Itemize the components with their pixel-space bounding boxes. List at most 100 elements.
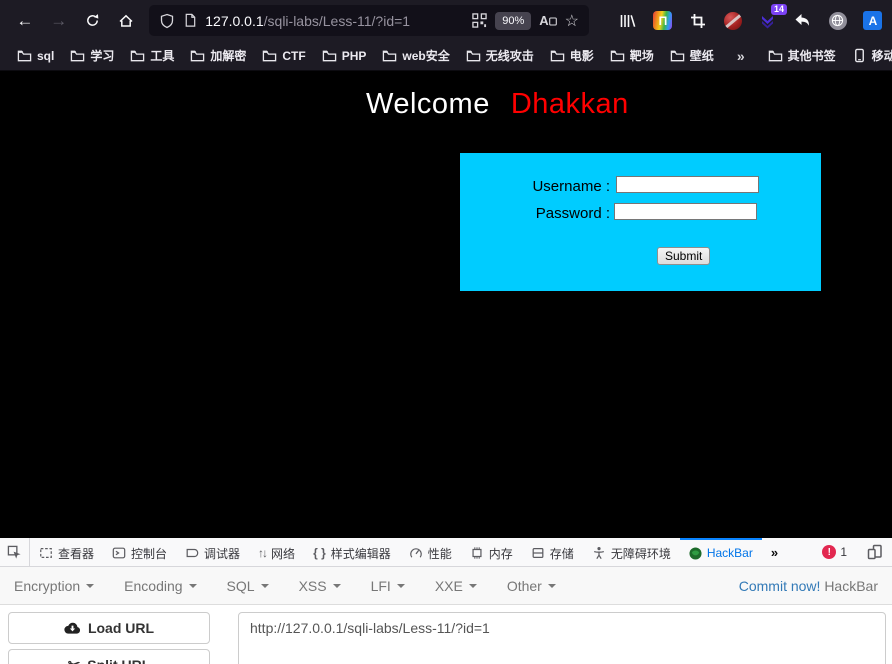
storage-icon	[532, 548, 544, 558]
bookmark-folder-wireless[interactable]: 无线攻击	[459, 43, 541, 68]
tab-accessibility[interactable]: 无障碍环境	[583, 538, 680, 566]
qr-code-icon	[472, 13, 487, 28]
home-button[interactable]	[109, 6, 143, 36]
menu-label: LFI	[370, 577, 391, 594]
bookmark-folder-study[interactable]: 学习	[63, 43, 121, 68]
devtools-tabs-overflow-chevron[interactable]: »	[762, 538, 787, 566]
qr-scan-button[interactable]	[472, 13, 487, 28]
undo-closed-tab-button[interactable]	[788, 6, 818, 36]
memory-icon	[472, 547, 482, 559]
hackbar-url-textarea[interactable]: http://127.0.0.1/sqli-labs/Less-11/?id=1	[238, 612, 886, 664]
zoom-level-badge[interactable]: 90%	[495, 11, 532, 30]
menu-xxe[interactable]: XXE	[435, 578, 477, 594]
menu-other[interactable]: Other	[507, 578, 556, 594]
forward-icon: →	[50, 10, 68, 30]
commit-now-area: Commit now! HackBar	[739, 578, 878, 594]
bookmark-star-button[interactable]: ☆	[565, 11, 579, 31]
tab-debugger[interactable]: 调试器	[176, 538, 249, 566]
commit-now-link[interactable]: Commit now!	[739, 578, 821, 594]
page-title: Welcome Dhakkan	[366, 88, 629, 121]
folder-icon	[322, 48, 337, 63]
bookmark-folder-mobile[interactable]: 移动设备上	[845, 43, 892, 68]
bookmark-folder-tools[interactable]: 工具	[123, 43, 181, 68]
submit-button[interactable]: Submit	[657, 247, 711, 265]
split-url-button[interactable]: ✂ Split URL	[8, 649, 210, 664]
username-field[interactable]	[616, 176, 759, 193]
element-picker-button[interactable]	[0, 538, 30, 566]
tab-label: 内存	[488, 546, 513, 561]
button-label: Load URL	[87, 620, 155, 636]
translate-button[interactable]: A	[539, 13, 557, 28]
load-url-button[interactable]: Load URL	[8, 612, 210, 644]
session-extension-button[interactable]	[823, 6, 853, 36]
rainbow-extension-icon: Π	[653, 11, 673, 30]
extension-rainbow-button[interactable]: Π	[648, 6, 678, 36]
password-field[interactable]	[614, 203, 757, 220]
inspector-icon	[40, 548, 52, 558]
tab-performance[interactable]: 性能	[400, 538, 461, 566]
bookmark-folder-websec[interactable]: web安全	[375, 43, 456, 68]
bookmark-folder-ctf[interactable]: CTF	[255, 44, 312, 67]
url-bar[interactable]: 127.0.0.1/sqli-labs/Less-11/?id=1 90% A …	[149, 5, 589, 36]
bookmark-label: 电影	[569, 49, 594, 63]
bookmark-folder-sql[interactable]: sql	[10, 44, 61, 67]
accessibility-icon	[593, 547, 604, 560]
translate-extension-button[interactable]: A	[858, 6, 888, 36]
responsive-mode-button[interactable]	[858, 544, 892, 560]
bookmark-label: 学习	[90, 49, 115, 63]
password-label: Password :	[535, 205, 610, 222]
tab-storage[interactable]: 存储	[522, 538, 583, 566]
menu-encryption[interactable]: Encryption	[14, 578, 95, 594]
menu-lfi[interactable]: LFI	[371, 578, 405, 594]
back-button[interactable]: ←	[8, 6, 42, 36]
bookmark-folder-range[interactable]: 靶场	[603, 43, 661, 68]
menu-xss[interactable]: XSS	[299, 578, 341, 594]
tab-style-editor[interactable]: { } 样式编辑器	[304, 538, 400, 566]
chevron-down-icon	[332, 583, 341, 588]
username-label: Username :	[532, 178, 610, 195]
menu-label: XSS	[298, 577, 327, 594]
google-translate-icon: A	[863, 11, 883, 30]
cloud-download-icon	[64, 622, 80, 634]
library-button[interactable]	[613, 6, 643, 36]
tab-inspector[interactable]: 查看器	[30, 538, 103, 566]
reload-button[interactable]	[76, 6, 110, 36]
browser-chrome: ← → 127.0.0.1/sqli-labs/Less-11/?id=1 90…	[0, 0, 892, 71]
page-info-icon[interactable]	[183, 13, 197, 28]
debugger-icon	[186, 548, 199, 558]
login-form: Username : Password : Submit	[460, 153, 821, 291]
bookmark-label: 加解密	[210, 49, 247, 63]
bookmark-folder-wallpaper[interactable]: 壁纸	[663, 43, 721, 68]
tab-network[interactable]: ↑↓ 网络	[249, 538, 304, 566]
folder-icon	[610, 48, 625, 63]
hackbar-brand-text: HackBar	[824, 577, 878, 594]
tab-hackbar[interactable]: HackBar	[679, 538, 762, 566]
shield-icon[interactable]	[159, 13, 175, 29]
tab-memory[interactable]: 内存	[461, 538, 522, 566]
folder-icon	[550, 48, 565, 63]
phone-icon	[852, 48, 867, 63]
error-count-button[interactable]: ! 1	[812, 545, 857, 559]
bookmark-folder-other[interactable]: 其他书签	[761, 43, 843, 68]
devtools-tabbar: 查看器 控制台 调试器 ↑↓ 网络 { } 样式编辑器 性能 内存 存储 无障碍…	[0, 538, 892, 567]
screenshot-crop-button[interactable]	[683, 6, 713, 36]
bookmark-folder-movies[interactable]: 电影	[543, 43, 601, 68]
navigation-toolbar: ← → 127.0.0.1/sqli-labs/Less-11/?id=1 90…	[0, 0, 892, 41]
downloads-button[interactable]: 14	[753, 3, 787, 36]
menu-label: Encoding	[124, 577, 183, 594]
menu-sql[interactable]: SQL	[227, 578, 269, 594]
tab-console[interactable]: 控制台	[103, 538, 176, 566]
bookmarks-overflow-chevron[interactable]: »	[723, 48, 759, 64]
bookmarks-toolbar: sql 学习 工具 加解密 CTF PHP web安全 无线攻击 电影 靶场 壁…	[0, 41, 892, 71]
tab-label: 存储	[549, 546, 574, 561]
chevron-down-icon	[188, 583, 197, 588]
rainbow-glyph: Π	[658, 13, 668, 28]
bookmark-folder-crypto[interactable]: 加解密	[183, 43, 253, 68]
forward-button[interactable]: →	[42, 6, 76, 36]
menu-encoding[interactable]: Encoding	[124, 577, 197, 594]
proxy-extension-button[interactable]	[718, 6, 748, 36]
url-text[interactable]: 127.0.0.1/sqli-labs/Less-11/?id=1	[205, 13, 464, 29]
bookmark-folder-php[interactable]: PHP	[315, 44, 374, 67]
chevron-down-icon	[260, 583, 269, 588]
bookmark-label: PHP	[341, 48, 367, 63]
